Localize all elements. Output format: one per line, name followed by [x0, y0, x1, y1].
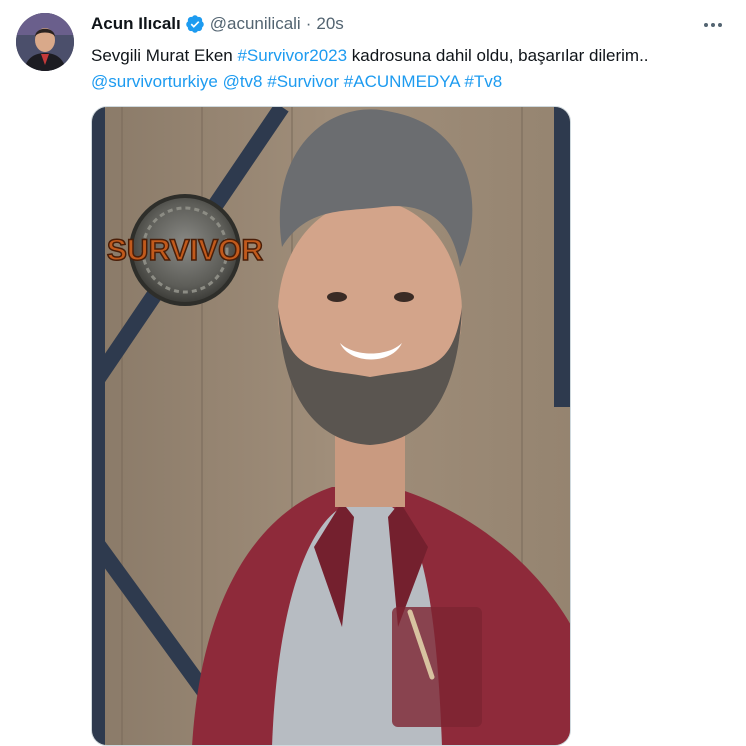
- tweet-text-segment: kadrosuna dahil oldu, başarılar dilerim.…: [347, 46, 649, 65]
- photo-illustration: SURVIVOR: [92, 107, 570, 745]
- header-separator: ·: [305, 14, 312, 33]
- survivor-logo-text: SURVIVOR: [107, 234, 263, 267]
- tweet-text-segment: Sevgili Murat Eken: [91, 46, 238, 65]
- hashtag-link[interactable]: #Survivor: [267, 72, 339, 91]
- tweet-header: Acun Ilıcalı @acunilicali · 20s: [91, 12, 344, 36]
- hashtag-link[interactable]: #ACUNMEDYA: [344, 72, 460, 91]
- author-name[interactable]: Acun Ilıcalı: [91, 14, 181, 34]
- more-options-icon[interactable]: [700, 12, 726, 38]
- author-handle[interactable]: @acunilicali: [210, 14, 301, 34]
- mention-link[interactable]: @tv8: [223, 72, 263, 91]
- avatar[interactable]: [16, 13, 74, 71]
- mention-link[interactable]: @survivorturkiye: [91, 72, 218, 91]
- verified-badge-icon: [185, 14, 205, 34]
- tweet-text: Sevgili Murat Eken #Survivor2023 kadrosu…: [91, 43, 731, 95]
- timestamp[interactable]: 20s: [316, 14, 343, 34]
- tweet[interactable]: Acun Ilıcalı @acunilicali · 20s Sevgili …: [0, 0, 746, 746]
- tweet-media-photo[interactable]: SURVIVOR: [91, 106, 571, 746]
- hashtag-link[interactable]: #Tv8: [464, 72, 502, 91]
- hashtag-link[interactable]: #Survivor2023: [237, 46, 347, 65]
